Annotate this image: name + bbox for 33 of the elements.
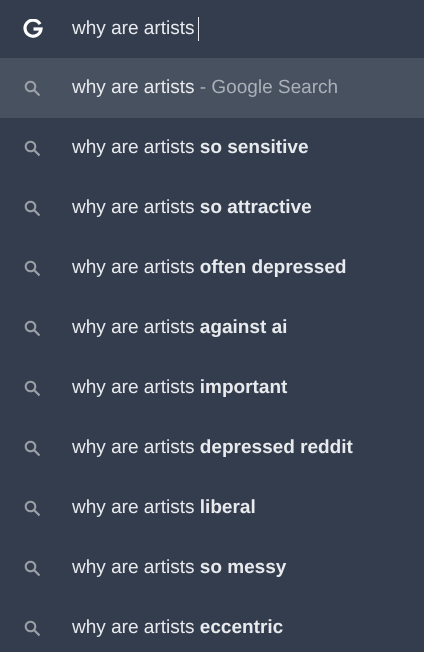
suggestion-item[interactable]: why are artists liberal	[0, 478, 424, 538]
suggestion-item[interactable]: why are artists against ai	[0, 298, 424, 358]
search-icon	[24, 260, 41, 276]
search-icon	[24, 440, 41, 456]
suggestion-text: why are artists so sensitive	[72, 136, 309, 160]
text-cursor	[198, 16, 200, 41]
suggestion-item[interactable]: why are artists so messy	[0, 538, 424, 598]
search-icon	[24, 140, 41, 156]
suggestion-item[interactable]: why are artists - Google Search	[0, 58, 424, 118]
suggestion-text: why are artists so attractive	[72, 196, 312, 220]
search-icon	[24, 620, 41, 636]
search-icon	[24, 200, 41, 216]
google-logo	[23, 19, 43, 39]
suggestion-text: why are artists often depressed	[72, 256, 347, 280]
suggestion-item[interactable]: why are artists eccentric	[0, 598, 424, 652]
search-icon	[24, 500, 41, 516]
suggestion-text: why are artists eccentric	[72, 616, 284, 640]
suggestion-item[interactable]: why are artists so sensitive	[0, 118, 424, 178]
suggestion-text: why are artists depressed reddit	[72, 436, 353, 460]
suggestion-item[interactable]: why are artists important	[0, 358, 424, 418]
suggestion-item[interactable]: why are artists often depressed	[0, 238, 424, 298]
suggestion-text: why are artists - Google Search	[72, 76, 338, 100]
search-field[interactable]: why are artists	[72, 16, 200, 41]
suggestion-item[interactable]: why are artists depressed reddit	[0, 418, 424, 478]
suggestion-text: why are artists against ai	[72, 316, 288, 340]
search-icon	[24, 320, 41, 336]
search-icon	[24, 380, 41, 396]
suggestion-text: why are artists important	[72, 376, 288, 400]
suggestion-text: why are artists so messy	[72, 556, 286, 580]
suggestion-text: why are artists liberal	[72, 496, 256, 520]
suggestion-item[interactable]: why are artists so attractive	[0, 178, 424, 238]
search-icon	[24, 80, 41, 96]
search-icon	[24, 560, 41, 576]
